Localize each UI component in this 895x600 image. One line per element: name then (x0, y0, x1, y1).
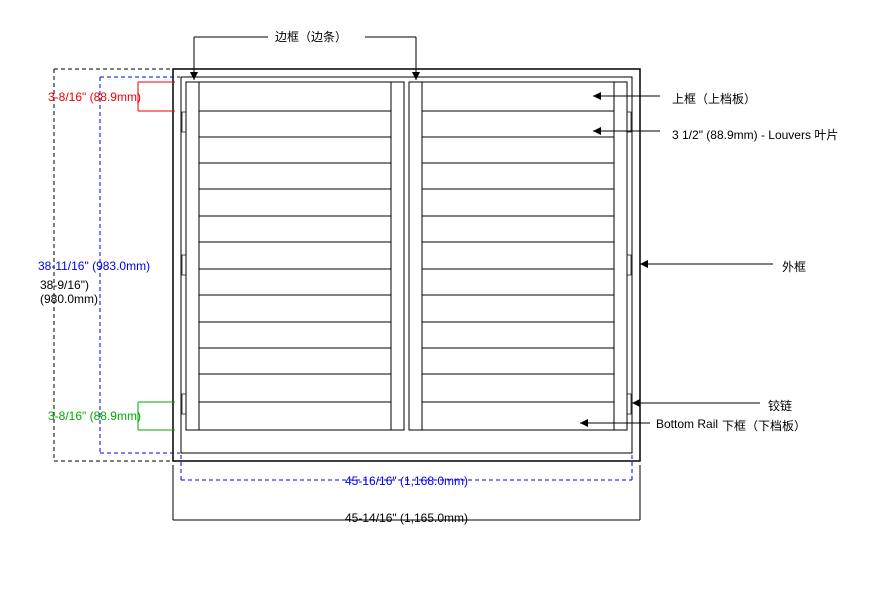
label-top-rail: 上框（上档板） (672, 90, 756, 107)
label-stile: 边框（边条） (275, 28, 347, 45)
dim-outer-w: 45-14/16" (1,165.0mm) (345, 511, 468, 525)
dim-inner-w: 45-16/16" (1,168.0mm) (345, 474, 468, 488)
dim-outer-h-2: (980.0mm) (40, 292, 98, 306)
label-louvers: 3 1/2" (88.9mm) - Louvers 叶片 (672, 126, 838, 143)
dim-outer-h-1: 38-9/16") (40, 278, 89, 292)
label-bottom-rail-en: Bottom Rail (656, 417, 718, 431)
dim-top-rail-h: 3-8/16" (88.9mm) (48, 90, 141, 104)
label-outer-frame: 外框 (782, 258, 806, 275)
dim-inner-h: 38-11/16" (983.0mm) (38, 259, 150, 273)
dim-bottom-rail-h: 3-8/16" (88.9mm) (48, 409, 141, 423)
label-bottom-rail-cn: 下框（下档板） (722, 417, 806, 434)
label-hinge: 铰链 (768, 397, 792, 414)
